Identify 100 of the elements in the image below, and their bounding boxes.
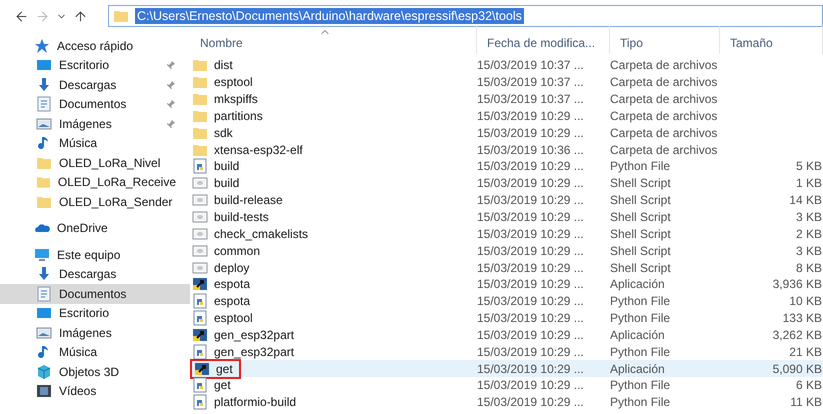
address-bar[interactable]: C:\Users\Ernesto\Documents\Arduino\hardware\espressif\esp32\tools <box>108 5 823 27</box>
file-row[interactable]: get 15/03/2019 10:29 ... Python File 6 KB <box>190 377 823 394</box>
file-row[interactable]: dist 15/03/2019 10:37 ... Carpeta de archivos <box>190 57 823 74</box>
type-cell-text: Carpeta de archivos <box>610 58 718 72</box>
date-cell-text: 15/03/2019 10:29 ... <box>477 260 585 275</box>
sidebar-item[interactable]: Descargas <box>0 264 190 284</box>
size-cell-text: 3 KB <box>794 244 823 258</box>
column-header[interactable]: Fecha de modifica... <box>477 26 610 54</box>
sidebar-item[interactable]: OneDrive <box>0 218 190 238</box>
column-header[interactable]: Nombre <box>190 26 477 54</box>
sidebar-label: Imágenes <box>59 116 113 131</box>
date-cell-text: 15/03/2019 10:37 ... <box>477 58 585 72</box>
size-cell-text: 1 KB <box>794 176 823 190</box>
file-name: get <box>216 362 233 376</box>
document-icon <box>36 96 52 112</box>
file-row[interactable]: gen_esp32part 15/03/2019 10:29 ... Python File 21 KB <box>190 343 823 360</box>
sidebar-item[interactable]: OLED_LoRa_Nivel <box>0 153 190 172</box>
sidebar-item[interactable]: Imágenes <box>0 323 190 342</box>
file-name: esptool <box>214 75 253 90</box>
film-icon <box>36 383 52 400</box>
sidebar-item[interactable]: Música <box>0 134 190 153</box>
sidebar-label: Descargas <box>59 267 118 282</box>
python-file-icon <box>192 344 208 360</box>
back-button[interactable] <box>14 8 29 24</box>
column-header[interactable]: Tipo <box>610 26 720 54</box>
file-row[interactable]: build 15/03/2019 10:29 ... Python File 5 KB <box>190 158 823 175</box>
python-file-icon <box>192 310 208 326</box>
file-row[interactable]: xtensa-esp32-elf 15/03/2019 10:36 ... Carpeta de archivos <box>190 141 823 158</box>
file-row[interactable]: get 15/03/2019 10:29 ... Aplicación 5,090 KB <box>190 360 823 378</box>
file-name: deploy <box>214 260 250 275</box>
sidebar-label: Vídeos <box>59 384 98 398</box>
sidebar-item[interactable]: Imágenes <box>0 114 190 134</box>
column-header[interactable]: Tamaño <box>720 26 823 54</box>
date-cell-text: 15/03/2019 10:29 ... <box>477 244 585 258</box>
date-cell-text: 15/03/2019 10:29 ... <box>477 378 585 392</box>
sidebar-label: OLED_LoRa_Sender <box>59 194 174 209</box>
type-cell-text: Python File <box>610 395 672 410</box>
sidebar-item[interactable]: Acceso rápido <box>0 36 190 56</box>
sidebar-item[interactable]: Objetos 3D <box>0 362 190 382</box>
file-row[interactable]: espota 15/03/2019 10:29 ... Aplicación 3,936 KB <box>190 276 823 293</box>
file-name: esptool <box>214 311 253 326</box>
file-row[interactable]: platformio-build 15/03/2019 10:29 ... Python File 11 KB <box>190 394 823 411</box>
file-name: dist <box>214 58 233 72</box>
sidebar-label: Este equipo <box>57 248 122 262</box>
file-row[interactable]: sdk 15/03/2019 10:29 ... Carpeta de archivos <box>190 124 823 142</box>
script-file-icon <box>192 242 208 259</box>
sidebar-item[interactable]: Documentos <box>0 94 190 114</box>
file-name: common <box>214 244 260 258</box>
file-row[interactable]: common 15/03/2019 10:29 ... Shell Script 3 KB <box>190 242 823 260</box>
file-row[interactable]: build 15/03/2019 10:29 ... Shell Script 1 KB <box>190 174 823 192</box>
sidebar-item[interactable]: Música <box>0 342 190 362</box>
date-cell-text: 15/03/2019 10:29 ... <box>477 277 585 292</box>
file-row[interactable]: build-release 15/03/2019 10:29 ... Shell Script 14 KB <box>190 192 823 209</box>
size-cell-text: 133 KB <box>782 311 823 326</box>
size-cell-text: 21 KB <box>788 344 823 359</box>
pin-icon <box>166 99 176 110</box>
sidebar-label: OLED_LoRa_Receive <box>58 175 176 190</box>
sidebar-item[interactable]: OLED_LoRa_Sender <box>0 192 190 212</box>
file-name: mkspiffs <box>214 92 258 106</box>
size-cell-text: 3 KB <box>794 210 823 224</box>
date-cell-text: 15/03/2019 10:37 ... <box>477 92 585 106</box>
date-cell-text: 15/03/2019 10:36 ... <box>477 142 585 157</box>
size-cell-text: 11 KB <box>789 395 823 410</box>
sidebar-item[interactable]: Escritorio <box>0 304 190 323</box>
file-name: get <box>214 378 231 392</box>
type-cell-text: Carpeta de archivos <box>610 92 718 106</box>
size-cell-text: 3,262 KB <box>772 328 823 342</box>
type-cell-text: Shell Script <box>610 244 672 258</box>
file-row[interactable]: partitions 15/03/2019 10:29 ... Carpeta de archivos <box>190 108 823 124</box>
file-row[interactable]: deploy 15/03/2019 10:29 ... Shell Script 8 KB <box>190 259 823 276</box>
folder-icon <box>113 8 129 24</box>
file-name: espota <box>214 294 250 308</box>
file-row[interactable]: esptool 15/03/2019 10:37 ... Carpeta de archivos <box>190 74 823 91</box>
file-row[interactable]: gen_esp32part 15/03/2019 10:29 ... Aplicación 3,262 KB <box>190 326 823 344</box>
file-row[interactable]: build-tests 15/03/2019 10:29 ... Shell Script 3 KB <box>190 208 823 226</box>
up-button[interactable] <box>73 8 88 24</box>
sidebar-item[interactable]: Escritorio <box>0 56 190 75</box>
file-name: build-tests <box>214 210 269 224</box>
document-icon <box>36 286 52 302</box>
sidebar-item[interactable]: Este equipo <box>0 245 190 264</box>
sidebar-item[interactable]: Vídeos <box>0 382 190 401</box>
sidebar-label: Acceso rápido <box>57 38 134 53</box>
sidebar-label: Documentos <box>59 286 128 301</box>
sidebar-label: Documentos <box>59 97 128 112</box>
file-name: gen_esp32part <box>214 344 294 359</box>
python-file-icon <box>192 394 208 410</box>
file-name: partitions <box>214 108 263 123</box>
file-row[interactable]: esptool 15/03/2019 10:29 ... Python File 133 KB <box>190 310 823 326</box>
file-row[interactable]: mkspiffs 15/03/2019 10:37 ... Carpeta de archivos <box>190 90 823 108</box>
file-row[interactable]: espota 15/03/2019 10:29 ... Python File 10 KB <box>190 292 823 310</box>
file-name: build <box>214 159 240 174</box>
file-row[interactable]: check_cmakelists 15/03/2019 10:29 ... Shell Script 2 KB <box>190 225 823 242</box>
sidebar-item[interactable]: Descargas <box>0 75 190 94</box>
sidebar-item[interactable]: OLED_LoRa_Receive <box>0 172 190 192</box>
size-cell-text: 14 KB <box>788 193 823 208</box>
sidebar-item[interactable]: Documentos <box>0 284 190 304</box>
type-cell-text: Aplicación <box>610 328 666 342</box>
size-cell-text: 5 KB <box>794 159 823 174</box>
file-name: build-release <box>214 193 283 208</box>
download-icon <box>36 76 52 93</box>
